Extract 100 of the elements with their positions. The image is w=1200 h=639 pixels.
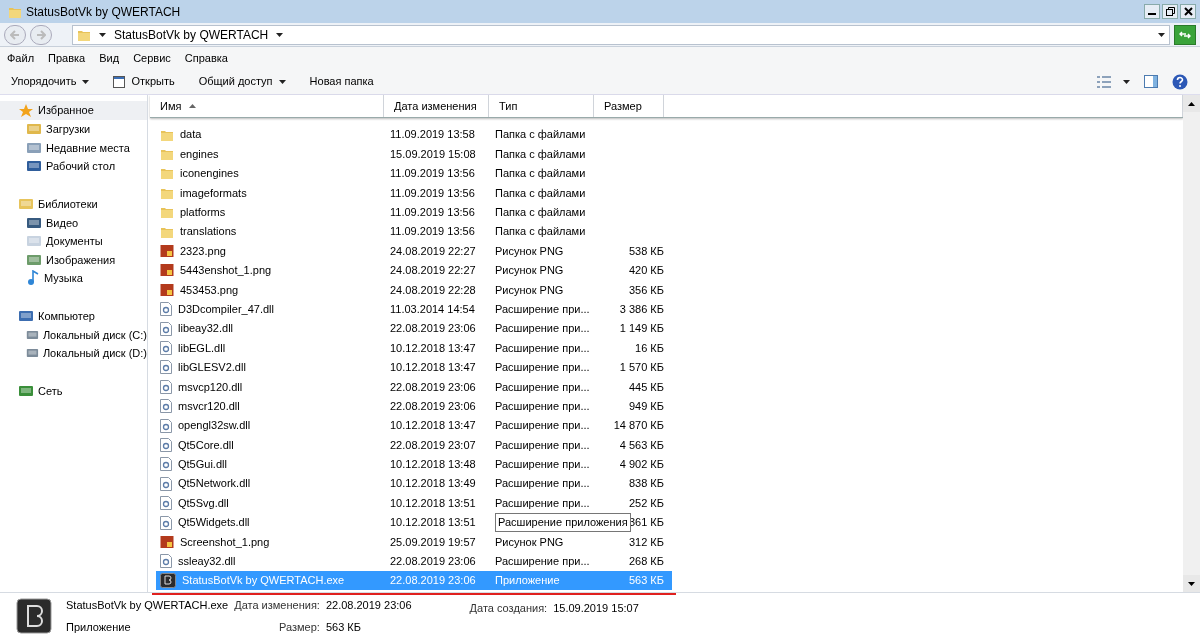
type-cell-text: Расширение при... bbox=[495, 554, 590, 570]
toolbar-button[interactable]: Новая папка bbox=[304, 70, 379, 93]
details-label: Дата создания: bbox=[469, 601, 548, 616]
music-note-icon bbox=[26, 270, 40, 287]
column-header[interactable]: Размер bbox=[594, 95, 664, 117]
date-cell-text: 11.03.2014 14:54 bbox=[390, 301, 476, 317]
file-row[interactable]: msvcr120.dll 22.08.2019 23:06 Расширение при... 949 КБ bbox=[156, 396, 672, 416]
details-value: 22.08.2019 23:06 bbox=[325, 598, 412, 613]
file-row[interactable]: 453453.png 24.08.2019 22:28 Рисунок PNG 356 КБ bbox=[156, 280, 672, 300]
refresh-arrows-icon bbox=[1179, 29, 1191, 40]
folder-icon bbox=[160, 166, 174, 181]
menu-item[interactable]: Файл bbox=[7, 49, 35, 67]
nav-item[interactable]: Локальный диск (D:) bbox=[0, 344, 147, 363]
menu-item[interactable]: Правка bbox=[48, 49, 86, 67]
window-title: StatusBotVk by QWERTACH bbox=[26, 3, 181, 21]
file-name: platforms bbox=[180, 205, 226, 220]
nav-item[interactable]: Видео bbox=[0, 213, 147, 232]
type-cell-text: Папка с файлами bbox=[495, 166, 586, 182]
caret-icon bbox=[276, 32, 284, 37]
file-row[interactable]: 2323.png 24.08.2019 22:27 Рисунок PNG 538 КБ bbox=[156, 241, 672, 261]
toolbar-button[interactable]: Открыть bbox=[108, 70, 180, 93]
type-cell-text: Папка с файлами bbox=[495, 146, 586, 162]
file-name: msvcr120.dll bbox=[178, 398, 240, 414]
type-cell-text: Рисунок PNG bbox=[495, 263, 564, 279]
file-row[interactable]: opengl32sw.dll 10.12.2018 13:47 Расширение при... 14 870 КБ bbox=[156, 415, 672, 436]
size-cell-text: 16 КБ bbox=[634, 340, 665, 356]
toolbar-button[interactable]: Упорядочить bbox=[6, 70, 95, 93]
nav-item[interactable]: Изображения bbox=[0, 250, 147, 269]
help-button[interactable] bbox=[1172, 73, 1188, 90]
menu-item[interactable]: Справка bbox=[184, 49, 228, 67]
refresh-button[interactable] bbox=[1174, 24, 1196, 45]
date-cell-text: 22.08.2019 23:06 bbox=[390, 398, 477, 414]
file-row[interactable]: libeay32.dll 22.08.2019 23:06 Расширение при... 1 149 КБ bbox=[156, 318, 672, 339]
file-row[interactable]: engines 15.09.2019 15:08 Папка с файлами bbox=[156, 144, 672, 164]
nav-item[interactable]: Музыка bbox=[0, 269, 147, 288]
scroll-up-button[interactable] bbox=[1183, 95, 1200, 112]
address-field[interactable]: StatusBotVk by QWERTACH bbox=[72, 24, 1170, 45]
file-row[interactable]: Qt5Gui.dll 10.12.2018 13:48 Расширение при... 4 902 КБ bbox=[156, 454, 672, 475]
file-row[interactable]: iconengines 11.09.2019 13:56 Папка с файлами bbox=[156, 163, 672, 184]
file-row[interactable]: libEGL.dll 10.12.2018 13:47 Расширение при... 16 КБ bbox=[156, 338, 672, 358]
file-row[interactable]: D3Dcompiler_47.dll 11.03.2014 14:54 Расширение при... 3 386 КБ bbox=[156, 299, 672, 319]
file-row[interactable]: Qt5Svg.dll 10.12.2018 13:51 Расширение при... 252 КБ bbox=[156, 493, 672, 513]
menu-item[interactable]: Вид bbox=[99, 49, 120, 67]
nav-group-item[interactable]: Избранное bbox=[0, 101, 147, 120]
scroll-down-icon bbox=[1188, 581, 1195, 586]
file-row[interactable]: imageformats 11.09.2019 13:56 Папка с файлами bbox=[156, 183, 672, 203]
date-cell-text: 11.09.2019 13:56 bbox=[390, 166, 476, 182]
file-row[interactable]: Qt5Core.dll 22.08.2019 23:07 Расширение при... 4 563 КБ bbox=[156, 435, 672, 455]
nav-group-item[interactable]: Библиотеки bbox=[0, 194, 147, 214]
details-value: 563 КБ bbox=[325, 619, 362, 635]
file-row[interactable]: 5443enshot_1.png 24.08.2019 22:27 Рисунок PNG 420 КБ bbox=[156, 260, 672, 281]
minimize-button[interactable] bbox=[1144, 4, 1160, 19]
pane-icon bbox=[1144, 75, 1158, 88]
nav-group-item[interactable]: Сеть bbox=[0, 381, 147, 401]
file-row[interactable]: Qt5Network.dll 10.12.2018 13:49 Расширение при... 838 КБ bbox=[156, 474, 672, 494]
column-header[interactable]: Тип bbox=[489, 95, 594, 117]
preview-pane-button[interactable] bbox=[1144, 75, 1158, 88]
app-icon bbox=[16, 598, 52, 634]
file-row[interactable]: translations 11.09.2019 13:56 Папка с файлами bbox=[156, 221, 672, 242]
file-row[interactable]: data 11.09.2019 13:58 Папка с файлами bbox=[156, 125, 672, 145]
file-name: opengl32sw.dll bbox=[178, 418, 251, 434]
tooltip: Расширение приложения bbox=[495, 513, 631, 532]
type-cell-text: Папка с файлами bbox=[495, 205, 586, 220]
restore-button[interactable] bbox=[1162, 4, 1178, 19]
caret-icon bbox=[1123, 79, 1130, 84]
size-cell-text: 1 149 КБ bbox=[618, 321, 665, 337]
scrollbar[interactable] bbox=[1183, 95, 1200, 592]
app-icon bbox=[160, 573, 176, 589]
nav-group-item[interactable]: Компьютер bbox=[0, 306, 147, 326]
restore-icon bbox=[1165, 7, 1175, 16]
file-row[interactable]: msvcp120.dll 22.08.2019 23:06 Расширение при... 445 КБ bbox=[156, 377, 672, 397]
size-cell-text: 445 КБ bbox=[627, 379, 665, 395]
size-cell-text: 268 КБ bbox=[627, 554, 665, 570]
date-cell-text: 10.12.2018 13:48 bbox=[390, 457, 477, 473]
view-options-button[interactable] bbox=[1097, 75, 1130, 88]
star-icon bbox=[18, 102, 34, 119]
column-header[interactable]: Имя bbox=[150, 95, 384, 117]
close-button[interactable] bbox=[1180, 4, 1196, 19]
scroll-down-button[interactable] bbox=[1183, 575, 1200, 592]
file-row[interactable]: ssleay32.dll 22.08.2019 23:06 Расширение при... 268 КБ bbox=[156, 551, 672, 571]
file-row[interactable]: Screenshot_1.png 25.09.2019 19:57 Рисунок PNG 312 КБ bbox=[156, 532, 672, 552]
file-row[interactable]: platforms 11.09.2019 13:56 Папка с файлами bbox=[156, 202, 672, 222]
nav-item[interactable]: Локальный диск (C:) bbox=[0, 325, 147, 344]
nav-item[interactable]: Рабочий стол bbox=[0, 157, 147, 176]
nav-item[interactable]: Загрузки bbox=[0, 120, 147, 139]
type-cell-text: Рисунок PNG bbox=[495, 243, 564, 259]
file-name: msvcp120.dll bbox=[178, 379, 243, 395]
toolbar-button[interactable]: Общий доступ bbox=[193, 70, 291, 93]
folder-icon bbox=[160, 205, 174, 220]
file-name: translations bbox=[180, 224, 237, 240]
column-header[interactable]: Дата изменения bbox=[384, 95, 489, 117]
type-cell-text: Папка с файлами bbox=[495, 127, 586, 143]
menu-item[interactable]: Сервис bbox=[133, 49, 171, 67]
type-cell-text: Расширение при... bbox=[495, 457, 590, 473]
caret-icon bbox=[278, 79, 286, 84]
file-row[interactable]: libGLESV2.dll 10.12.2018 13:47 Расширение при... 1 570 КБ bbox=[156, 357, 672, 378]
nav-item[interactable]: Документы bbox=[0, 232, 147, 251]
nav-item[interactable]: Недавние места bbox=[0, 138, 147, 157]
type-cell-text: Расширение при... bbox=[495, 418, 590, 434]
close-icon bbox=[1183, 7, 1193, 16]
